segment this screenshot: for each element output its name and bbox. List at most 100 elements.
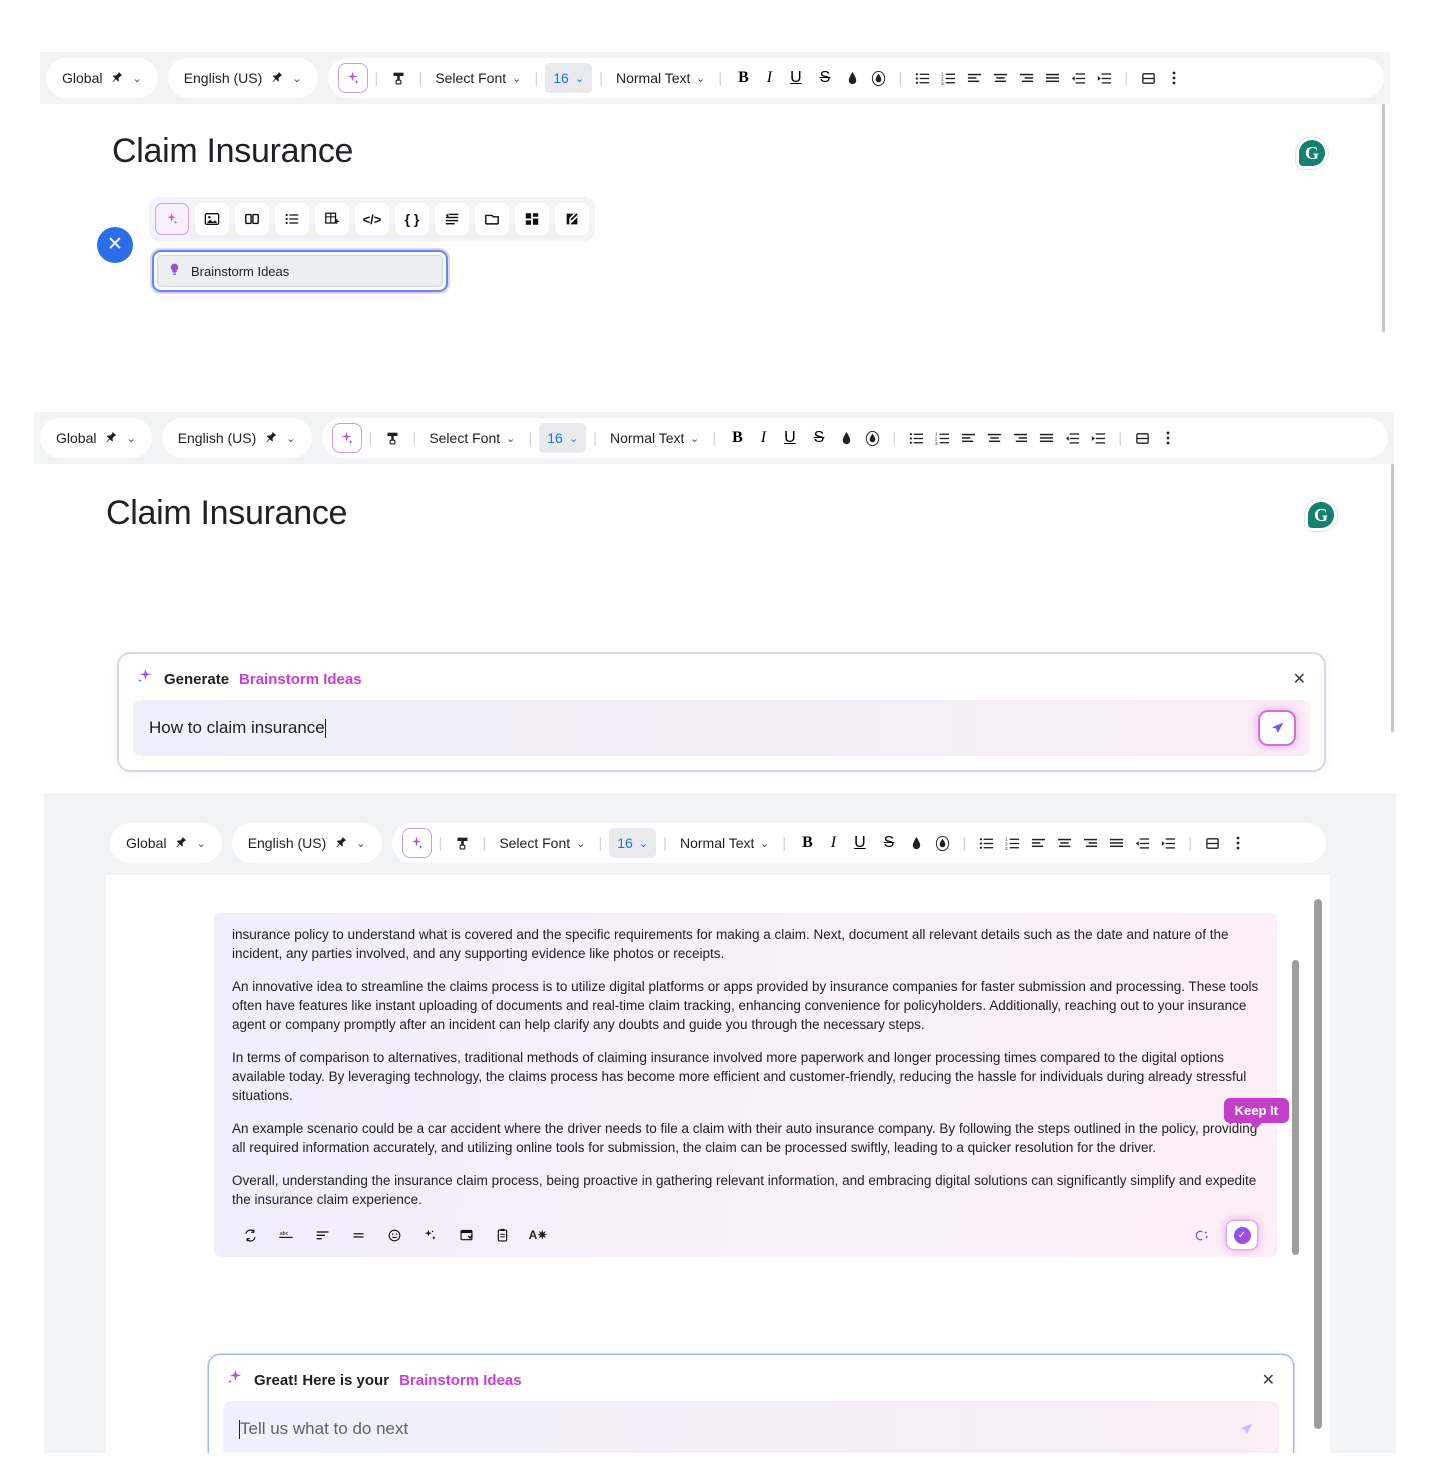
decrease-indent-icon[interactable]: [1065, 63, 1091, 93]
close-ai-followup-button[interactable]: ✕: [1262, 1370, 1275, 1390]
language-selector-3[interactable]: English (US) ⌄: [231, 823, 382, 863]
grammarly-icon[interactable]: G: [1308, 502, 1334, 528]
strikethrough-button-3[interactable]: S: [875, 828, 904, 858]
format-paint-icon[interactable]: [449, 828, 475, 858]
font-family-select-3[interactable]: Select Font ⌄: [493, 828, 591, 858]
edit-note-tool[interactable]: [555, 203, 589, 235]
keep-it-button[interactable]: ✓: [1227, 1221, 1257, 1249]
align-left-icon[interactable]: [1025, 828, 1051, 858]
font-size-select-3[interactable]: 16 ⌄: [609, 828, 657, 858]
language-selector-1[interactable]: English (US) ⌄: [167, 58, 318, 98]
insert-page-break-icon[interactable]: [1129, 423, 1155, 453]
highlight-color-icon[interactable]: [865, 63, 891, 93]
paragraph-style-select-2[interactable]: Normal Text ⌄: [604, 423, 705, 453]
spellcheck-icon[interactable]: abc: [268, 1222, 304, 1248]
paragraph-style-select-1[interactable]: Normal Text ⌄: [610, 63, 711, 93]
regenerate-icon[interactable]: [232, 1222, 268, 1248]
align-left-icon[interactable]: [955, 423, 981, 453]
close-ai-prompt-button[interactable]: ✕: [1293, 669, 1306, 689]
ai-sparkle-icon[interactable]: [337, 63, 368, 93]
align-right-icon[interactable]: [1013, 63, 1039, 93]
ai-prompt-input-row[interactable]: How to claim insurance: [133, 700, 1310, 756]
insert-below-icon[interactable]: [448, 1222, 484, 1248]
bulleted-list-tool[interactable]: [275, 203, 309, 235]
font-family-select-1[interactable]: Select Font ⌄: [429, 63, 527, 93]
align-center-icon[interactable]: [981, 423, 1007, 453]
decrease-indent-icon[interactable]: [1059, 423, 1085, 453]
italic-button-2[interactable]: I: [752, 423, 775, 453]
more-options-icon[interactable]: [1225, 828, 1251, 858]
ai-sparkle-icon[interactable]: [331, 423, 362, 453]
italic-button-1[interactable]: I: [758, 63, 781, 93]
variable-tool[interactable]: { }: [395, 203, 429, 235]
align-justify-icon[interactable]: [1103, 828, 1129, 858]
generated-text-scrollbar[interactable]: [1292, 960, 1299, 1255]
rewrite-icon[interactable]: A✷: [520, 1222, 556, 1248]
copy-icon[interactable]: [484, 1222, 520, 1248]
improve-icon[interactable]: [412, 1222, 448, 1248]
indent-block-tool[interactable]: [435, 203, 469, 235]
align-right-icon[interactable]: [1007, 423, 1033, 453]
insert-table-tool[interactable]: [315, 203, 349, 235]
underline-button-3[interactable]: U: [845, 828, 875, 858]
scope-selector-3[interactable]: Global ⌄: [110, 823, 222, 863]
container-tool[interactable]: [475, 203, 509, 235]
strikethrough-button-1[interactable]: S: [811, 63, 840, 93]
change-tone-icon[interactable]: [376, 1222, 412, 1248]
align-justify-icon[interactable]: [1033, 423, 1059, 453]
scope-selector-2[interactable]: Global ⌄: [40, 418, 152, 458]
document-scrollbar-2[interactable]: [1391, 464, 1394, 732]
decrease-indent-icon[interactable]: [1129, 828, 1155, 858]
increase-indent-icon[interactable]: [1155, 828, 1181, 858]
font-size-select-1[interactable]: 16 ⌄: [545, 63, 593, 93]
underline-button-1[interactable]: U: [781, 63, 811, 93]
increase-indent-icon[interactable]: [1091, 63, 1117, 93]
increase-indent-icon[interactable]: [1085, 423, 1111, 453]
text-color-icon[interactable]: [839, 63, 865, 93]
send-prompt-button[interactable]: [1260, 712, 1294, 744]
align-left-icon[interactable]: [961, 63, 987, 93]
paragraph-style-select-3[interactable]: Normal Text ⌄: [674, 828, 775, 858]
text-color-icon[interactable]: [903, 828, 929, 858]
layout-grid-tool[interactable]: [515, 203, 549, 235]
align-right-icon[interactable]: [1077, 828, 1103, 858]
shorten-icon[interactable]: [340, 1222, 376, 1248]
insert-page-break-icon[interactable]: [1135, 63, 1161, 93]
more-options-icon[interactable]: [1161, 63, 1187, 93]
ai-assistant-tool[interactable]: [155, 203, 189, 235]
close-ai-menu-button[interactable]: ✕: [97, 226, 133, 263]
align-center-icon[interactable]: [987, 63, 1013, 93]
document-scrollbar-3[interactable]: [1314, 899, 1322, 1429]
italic-button-3[interactable]: I: [822, 828, 845, 858]
bulleted-list-icon[interactable]: [909, 63, 935, 93]
scope-selector-1[interactable]: Global ⌄: [46, 58, 158, 98]
ai-followup-input-row[interactable]: Tell us what to do next: [223, 1401, 1279, 1453]
numbered-list-icon[interactable]: 123: [929, 423, 955, 453]
underline-button-2[interactable]: U: [775, 423, 805, 453]
language-selector-2[interactable]: English (US) ⌄: [161, 418, 312, 458]
insert-image-tool[interactable]: [195, 203, 229, 235]
insert-page-break-icon[interactable]: [1199, 828, 1225, 858]
discard-icon[interactable]: [1185, 1222, 1221, 1248]
format-paint-icon[interactable]: [379, 423, 405, 453]
font-family-select-2[interactable]: Select Font ⌄: [423, 423, 521, 453]
highlight-color-icon[interactable]: [859, 423, 885, 453]
bold-button-1[interactable]: B: [729, 63, 758, 93]
align-center-icon[interactable]: [1051, 828, 1077, 858]
text-color-icon[interactable]: [833, 423, 859, 453]
numbered-list-icon[interactable]: 123: [999, 828, 1025, 858]
summarize-icon[interactable]: [304, 1222, 340, 1248]
ai-sparkle-icon[interactable]: [401, 828, 432, 858]
send-followup-button[interactable]: [1229, 1413, 1263, 1445]
font-size-select-2[interactable]: 16 ⌄: [539, 423, 587, 453]
numbered-list-icon[interactable]: 123: [935, 63, 961, 93]
bulleted-list-icon[interactable]: [903, 423, 929, 453]
bold-button-2[interactable]: B: [723, 423, 752, 453]
align-justify-icon[interactable]: [1039, 63, 1065, 93]
bold-button-3[interactable]: B: [793, 828, 822, 858]
bulleted-list-icon[interactable]: [973, 828, 999, 858]
ai-generated-text-block[interactable]: insurance policy to understand what is c…: [214, 913, 1289, 1257]
code-block-tool[interactable]: </>: [355, 203, 389, 235]
two-column-tool[interactable]: [235, 203, 269, 235]
highlight-color-icon[interactable]: [929, 828, 955, 858]
